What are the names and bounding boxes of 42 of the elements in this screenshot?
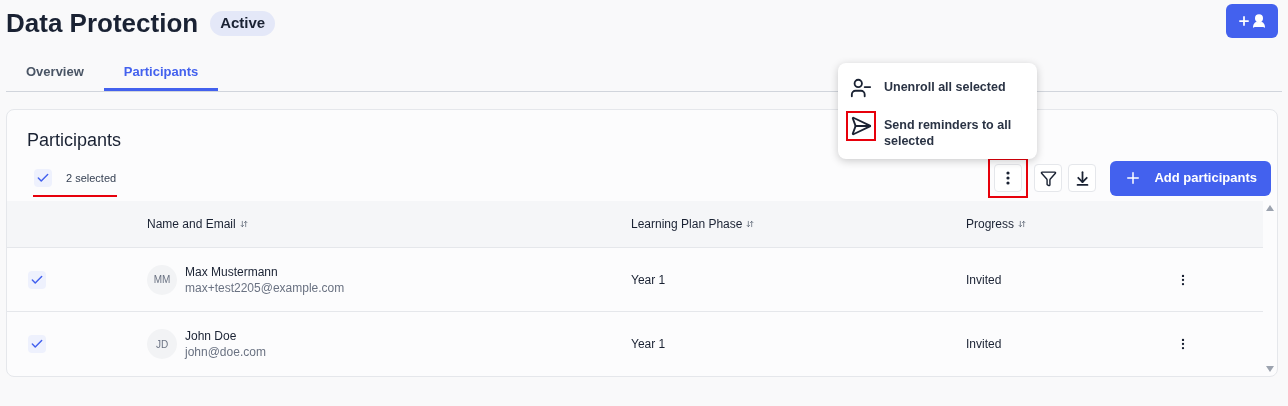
sort-icon[interactable]: [746, 220, 755, 228]
checkbox[interactable]: [28, 270, 46, 289]
participant-email: john@doe.com: [185, 344, 266, 360]
check-icon: [36, 171, 50, 185]
participant-email: max+test2205@example.com: [185, 279, 345, 296]
tab[interactable]: Overview: [6, 56, 104, 91]
participant-name: John Doe: [185, 328, 238, 344]
column-header[interactable]: Progress: [966, 215, 1015, 233]
check-icon: [30, 337, 44, 351]
tab[interactable]: Participants: [103, 56, 219, 91]
page-title: Data Protection: [6, 7, 199, 40]
filter-icon: [1039, 169, 1057, 187]
checkbox[interactable]: [28, 335, 46, 353]
sort-icon[interactable]: [1018, 220, 1027, 228]
download-button[interactable]: [1068, 164, 1097, 192]
user-minus-icon: [850, 77, 872, 99]
table-cell-text: Invited: [966, 271, 1003, 289]
send-icon: [850, 115, 872, 137]
add-user-button[interactable]: [1226, 4, 1278, 38]
table-cell-text: Year 1: [631, 271, 667, 289]
status-badge: Active: [210, 11, 276, 36]
plus-icon: [1237, 14, 1251, 28]
participant-name: Max Mustermann: [185, 263, 279, 280]
filter-button[interactable]: [1034, 164, 1063, 192]
table-cell-text: Year 1: [631, 336, 667, 353]
sort-icon[interactable]: [239, 220, 248, 228]
scroll-up-icon[interactable]: [1266, 205, 1274, 211]
avatar: JD: [147, 329, 177, 359]
column-header[interactable]: Learning Plan Phase: [631, 215, 743, 233]
card-title: Participants: [27, 129, 122, 152]
selection-count: 2 selected: [66, 170, 117, 186]
add-participants-button[interactable]: Add participants: [1110, 160, 1271, 196]
table-cell-text: Invited: [966, 336, 1003, 353]
user-icon: [1251, 13, 1267, 29]
column-header[interactable]: Name and Email: [147, 215, 236, 233]
menu-item[interactable]: Send reminders to all selected: [846, 109, 1029, 151]
scroll-down-icon[interactable]: [1266, 366, 1274, 372]
more-options-button[interactable]: [994, 164, 1023, 192]
more-icon: [1006, 171, 1011, 185]
checkbox[interactable]: [34, 169, 52, 187]
avatar: MM: [147, 264, 177, 295]
menu-item[interactable]: Unenroll all selected: [846, 71, 1029, 105]
